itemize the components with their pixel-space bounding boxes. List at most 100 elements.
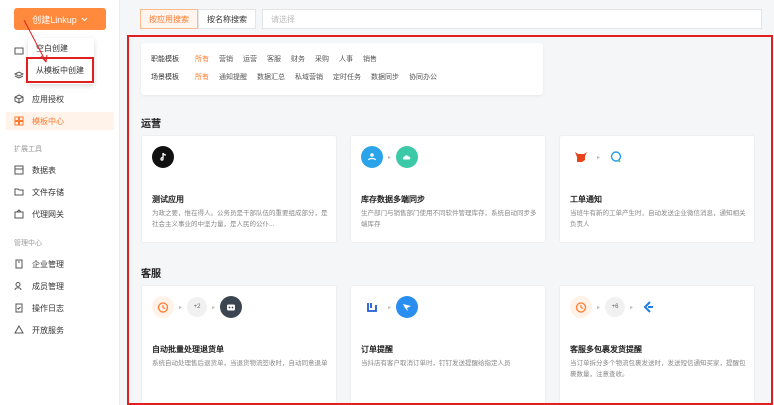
card-icons: ▸ +2 ▸: [152, 296, 243, 318]
dingtalk-icon: [396, 296, 419, 318]
app-window: 创建Linkup 空白创建 从模板中创建 应用授权 模板中心 扩展工具 数据表 …: [0, 0, 774, 405]
template-content-highlight: 职能模板 所有 营销 运营 客服 财务 采购 人事 销售 场景模板 所有 通知提…: [127, 35, 773, 405]
sidebar-item-enterprise[interactable]: 企业管理: [14, 255, 64, 273]
alarm-clock-icon: [570, 296, 592, 318]
sidebar-item-datatable[interactable]: 数据表: [14, 161, 56, 179]
template-icon: [14, 116, 24, 126]
sidebar-item-operation-log[interactable]: 操作日志: [14, 299, 64, 317]
app-icon-blue: [361, 146, 383, 168]
card-description: 当抖店有客户取消订单时，钉钉发送提醒给指定人员: [361, 360, 511, 367]
folder-icon: [14, 187, 24, 197]
role-option[interactable]: 销售: [363, 54, 377, 64]
arrow-right-icon: ▸: [630, 304, 634, 311]
sidebar-item-template-center[interactable]: 模板中心: [6, 112, 114, 130]
sidebar-item-app-auth[interactable]: 应用授权: [14, 90, 64, 108]
doudian-icon: [361, 296, 383, 318]
robot-icon: [220, 296, 243, 318]
role-filter-row: 职能模板 所有 营销 运营 客服 财务 采购 人事 销售: [151, 54, 377, 64]
sidebar-item-label: 代理网关: [32, 209, 64, 219]
sidebar-item-label: 操作日志: [32, 303, 64, 313]
card-title: 客服多包裹发货提醒: [570, 345, 642, 354]
card-description: 当班牛有新的工单产生时，自动发送企业微信消息，通知相关负责人: [570, 210, 746, 228]
members-icon: [14, 281, 24, 291]
arrow-right-icon: ▸: [212, 304, 216, 311]
tab-search-by-name[interactable]: 按名称搜索: [198, 9, 256, 29]
role-option[interactable]: 采购: [315, 54, 329, 64]
search-bar: 按应用搜索 按名称搜索 请选择: [140, 9, 762, 29]
card-description: 为政之要，惟在得人。公务员是干部队伍的重要组成部分，是社会主义事业的中坚力量，是…: [152, 210, 328, 228]
sms-icon: [638, 296, 661, 318]
role-option[interactable]: 财务: [291, 54, 305, 64]
scene-option[interactable]: 通知提醒: [219, 72, 247, 82]
card-icons: ▸ +6 ▸: [570, 296, 661, 318]
sidebar-item-label: 开放服务: [32, 325, 64, 335]
card-icons: ▸: [570, 146, 628, 168]
role-filter-label: 职能模板: [151, 56, 179, 63]
tiktok-icon: [152, 146, 174, 168]
scene-option[interactable]: 定时任务: [333, 72, 361, 82]
template-card[interactable]: ▸ +2 ▸ 自动批量处理退货单 系统自动处理售后退货单，当退货物流签收时，自动…: [141, 285, 337, 403]
card-title: 工单通知: [570, 195, 602, 204]
arrow-right-icon: ▸: [179, 304, 183, 311]
role-option[interactable]: 运营: [243, 54, 257, 64]
role-option[interactable]: 营销: [219, 54, 233, 64]
role-option[interactable]: 所有: [195, 54, 209, 64]
arrow-right-icon: ▸: [597, 304, 601, 311]
building-icon: [14, 259, 24, 269]
arrow-right-icon: ▸: [388, 154, 392, 161]
sidebar-item-members[interactable]: 成员管理: [14, 277, 64, 295]
section-label-management: 管理中心: [14, 240, 42, 247]
sidebar: 创建Linkup 空白创建 从模板中创建 应用授权 模板中心 扩展工具 数据表 …: [0, 0, 120, 405]
arrow-right-icon: ▸: [597, 154, 601, 161]
sidebar-item-label: 成员管理: [32, 281, 64, 291]
template-card[interactable]: ▸ 库存数据多端同步 生产部门与销售部门使用不同软件管理库存，系统自动同步多端库…: [350, 135, 546, 243]
scene-option[interactable]: 私域营销: [295, 72, 323, 82]
section-title-customer-service: 客服: [141, 269, 161, 280]
scene-filter-row: 场景模板 所有 通知提醒 数据汇总 私域营销 定时任务 数据同步 协同办公: [151, 72, 437, 82]
card-icons: [152, 146, 174, 168]
bull-icon: [570, 146, 592, 168]
gateway-icon: [14, 209, 24, 219]
sidebar-item-open-service[interactable]: 开放服务: [14, 321, 64, 339]
scene-option[interactable]: 所有: [195, 72, 209, 82]
arrow-right-icon: ▸: [388, 304, 392, 311]
sidebar-item-proxy-gateway[interactable]: 代理网关: [14, 205, 64, 223]
card-icons: ▸: [361, 296, 419, 318]
cube-icon: [14, 94, 24, 104]
card-description: 生产部门与销售部门使用不同软件管理库存，系统自动同步多端库存: [361, 210, 537, 228]
template-card[interactable]: ▸ 订单提醒 当抖店有客户取消订单时，钉钉发送提醒给指定人员: [350, 285, 546, 403]
red-arrow-annotation: [23, 19, 48, 63]
template-card[interactable]: ▸ 工单通知 当班牛有新的工单产生时，自动发送企业微信消息，通知相关负责人: [559, 135, 755, 243]
more-apps-badge: +2: [187, 297, 208, 317]
section-title-operations: 运营: [141, 119, 161, 130]
card-icons: ▸: [361, 146, 419, 168]
more-apps-badge: +6: [605, 297, 626, 317]
scene-option[interactable]: 数据同步: [371, 72, 399, 82]
card-title: 库存数据多端同步: [361, 195, 425, 204]
alarm-clock-icon: [152, 296, 174, 318]
role-option[interactable]: 人事: [339, 54, 353, 64]
sidebar-item-label: 应用授权: [32, 94, 64, 104]
scene-filter-label: 场景模板: [151, 74, 179, 81]
chat-bubble-icon: [605, 146, 628, 168]
role-option[interactable]: 客服: [267, 54, 281, 64]
sidebar-item-label: 数据表: [32, 165, 56, 175]
card-title: 测试应用: [152, 195, 184, 204]
sidebar-item-label: 企业管理: [32, 259, 64, 269]
sidebar-item-file-storage[interactable]: 文件存储: [14, 183, 64, 201]
card-title: 订单提醒: [361, 345, 393, 354]
scene-option[interactable]: 协同办公: [409, 72, 437, 82]
template-card[interactable]: 测试应用 为政之要，惟在得人。公务员是干部队伍的重要组成部分，是社会主义事业的中…: [141, 135, 337, 243]
open-service-icon: [14, 325, 24, 335]
card-description: 当订单拆分多个物流包裹发送时，发送短信通知买家，提醒包裹数量，注意查收。: [570, 360, 746, 378]
template-card[interactable]: ▸ +6 ▸ 客服多包裹发货提醒 当订单拆分多个物流包裹发送时，发送短信通知买家…: [559, 285, 755, 403]
filter-card: 职能模板 所有 营销 运营 客服 财务 采购 人事 销售 场景模板 所有 通知提…: [141, 43, 543, 95]
card-title: 自动批量处理退货单: [152, 345, 224, 354]
section-label-extensions: 扩展工具: [14, 146, 42, 153]
table-icon: [14, 165, 24, 175]
cloud-icon: [396, 146, 419, 168]
scene-option[interactable]: 数据汇总: [257, 72, 285, 82]
search-input[interactable]: 请选择: [262, 9, 762, 29]
log-icon: [14, 303, 24, 313]
tab-search-by-app[interactable]: 按应用搜索: [140, 9, 198, 29]
